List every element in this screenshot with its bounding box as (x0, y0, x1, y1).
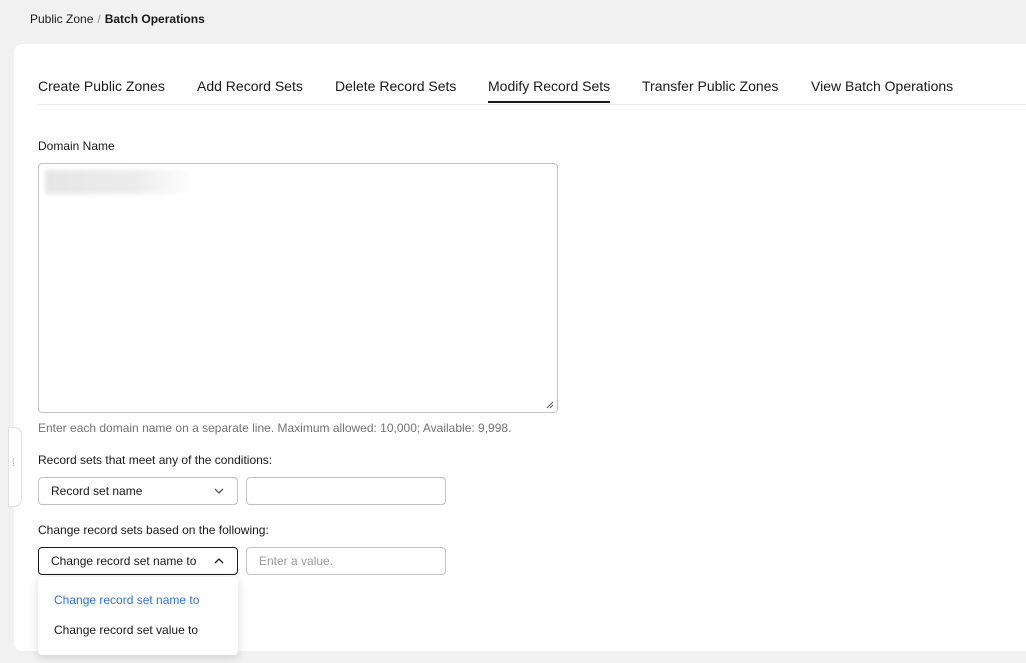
option-change-record-set-value[interactable]: Change record set value to (54, 623, 198, 637)
conditions-label: Record sets that meet any of the conditi… (38, 453, 273, 467)
chevron-up-icon (214, 558, 224, 564)
tab-bar: Create Public Zones Add Record Sets Dele… (38, 44, 1026, 105)
breadcrumb-public-zone-link[interactable]: Public Zone (30, 12, 93, 26)
tab-delete-record-sets[interactable]: Delete Record Sets (335, 78, 456, 102)
change-label: Change record sets based on the followin… (38, 523, 269, 537)
condition-type-value: Record set name (51, 484, 143, 498)
condition-type-select[interactable]: Record set name (38, 477, 238, 505)
option-change-record-set-name[interactable]: Change record set name to (54, 593, 199, 607)
change-type-value: Change record set name to (51, 554, 197, 568)
change-type-select[interactable]: Change record set name to (38, 547, 238, 575)
batch-operations-panel: ⁞ Create Public Zones Add Record Sets De… (8, 44, 1026, 655)
side-panel-toggle[interactable]: ⁞ (8, 427, 22, 507)
collapse-handle-icon: ⁞ (12, 458, 15, 469)
tab-transfer-public-zones[interactable]: Transfer Public Zones (642, 78, 778, 102)
tab-view-batch-operations[interactable]: View Batch Operations (811, 78, 953, 102)
change-value-placeholder: Enter a value. (259, 554, 334, 568)
tab-add-record-sets[interactable]: Add Record Sets (197, 78, 303, 102)
breadcrumb-separator: / (97, 12, 101, 26)
domain-name-hint: Enter each domain name on a separate lin… (38, 421, 512, 435)
change-value-input[interactable]: Enter a value. (246, 547, 446, 575)
domain-name-label: Domain Name (38, 139, 115, 153)
resize-handle-icon[interactable] (546, 401, 554, 409)
tab-modify-record-sets[interactable]: Modify Record Sets (488, 78, 611, 103)
change-type-dropdown: Change record set name to Change record … (38, 577, 238, 655)
domain-name-textarea[interactable] (38, 163, 558, 413)
breadcrumb-current: Batch Operations (104, 12, 205, 26)
chevron-down-icon (214, 488, 224, 494)
condition-value-input[interactable] (246, 477, 446, 505)
breadcrumb: Public Zone / Batch Operations (30, 12, 205, 26)
tab-create-public-zones[interactable]: Create Public Zones (38, 78, 165, 102)
redacted-domain-text (45, 170, 195, 194)
